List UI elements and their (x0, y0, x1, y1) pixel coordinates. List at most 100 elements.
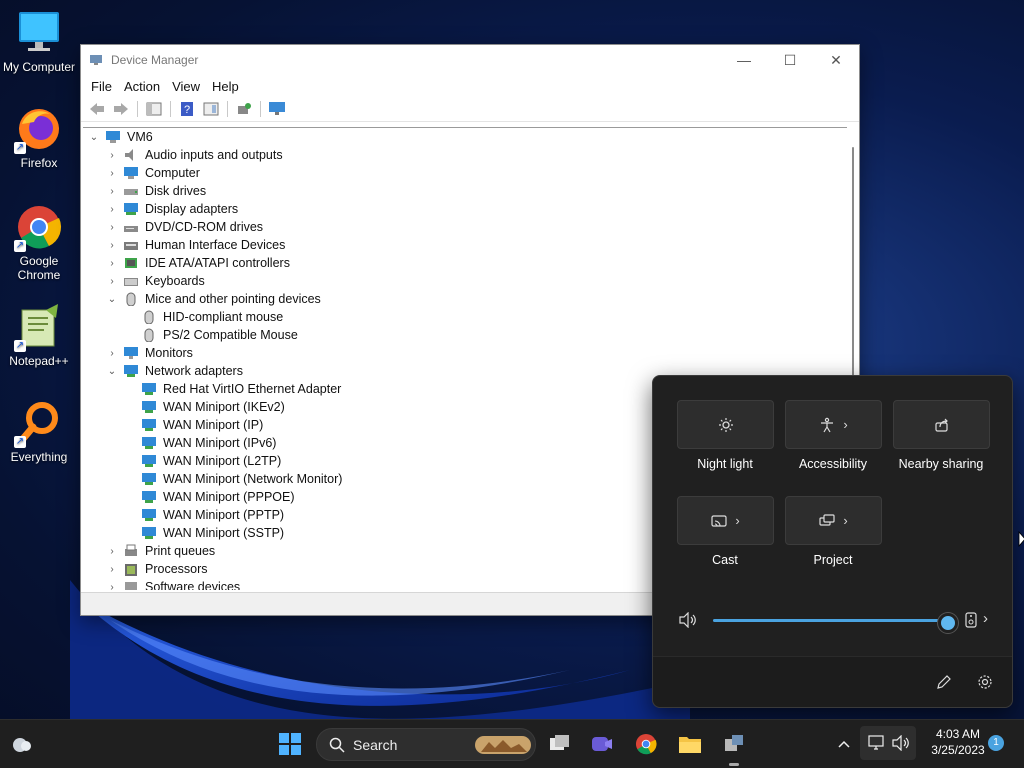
chevron-down-icon[interactable]: ⌄ (105, 366, 119, 377)
back-arrow-icon[interactable] (88, 101, 106, 117)
menu-action[interactable]: Action (118, 79, 166, 94)
teams-chat-icon[interactable] (590, 732, 614, 756)
tree-root[interactable]: ⌄ VM6 (83, 128, 847, 146)
project-icon (819, 513, 835, 526)
mice-and-other-pointing-devices-icon (126, 292, 136, 306)
desktop-icon-google-chrome[interactable]: ↗ Google Chrome (1, 204, 77, 282)
tree-device-item[interactable]: PS/2 Compatible Mouse (83, 326, 847, 344)
tree-category-human-interface-devices[interactable]: › Human Interface Devices (83, 236, 847, 254)
chevron-right-icon[interactable]: › (105, 564, 119, 575)
desktop-icon-label: Everything (10, 450, 68, 464)
clock[interactable]: 4:03 AM 3/25/2023 (922, 726, 994, 758)
tree-category-label: IDE ATA/ATAPI controllers (145, 256, 290, 270)
mice-and-other-pointing-devices-device-icon (144, 328, 154, 342)
clock-time: 4:03 AM (935, 727, 981, 741)
tree-category-computer[interactable]: › Computer (83, 164, 847, 182)
tree-category-monitors[interactable]: › Monitors (83, 344, 847, 362)
tree-device-label: WAN Miniport (PPTP) (163, 508, 285, 522)
minimize-button[interactable]: — (721, 45, 767, 75)
chevron-right-icon: › (843, 513, 848, 528)
tree-category-audio-inputs-and-outputs[interactable]: › Audio inputs and outputs (83, 146, 847, 164)
chevron-right-icon[interactable]: › (105, 150, 119, 161)
tree-category-display-adapters[interactable]: › Display adapters (83, 200, 847, 218)
settings-gear-icon[interactable] (977, 674, 993, 690)
tree-device-item[interactable]: HID-compliant mouse (83, 308, 847, 326)
file-explorer-icon[interactable] (678, 732, 702, 756)
close-icon: ✕ (830, 51, 842, 68)
menu-view[interactable]: View (166, 79, 206, 94)
chevron-right-icon: › (843, 417, 848, 432)
tree-category-label: Software devices (145, 580, 241, 590)
tree-category-keyboards[interactable]: › Keyboards (83, 272, 847, 290)
chevron-up-icon[interactable] (832, 732, 856, 756)
chevron-right-icon[interactable]: › (105, 168, 119, 179)
network-adapters-icon (124, 365, 138, 377)
mice-and-other-pointing-devices-device-icon (144, 310, 154, 324)
audio-output-device-icon[interactable] (965, 612, 977, 628)
tree-category-dvd-cd-rom-drives[interactable]: › DVD/CD-ROM drives (83, 218, 847, 236)
help-icon[interactable]: ? (178, 101, 196, 117)
quick-settings-footer (653, 656, 1012, 707)
chevron-right-icon[interactable]: › (105, 582, 119, 591)
quick-settings-panel: Night light › Accessibility Nearby shari… (652, 375, 1013, 708)
desktop-icon-label: My Computer (2, 60, 76, 74)
device-manager-taskbar-icon[interactable] (722, 732, 746, 756)
notification-badge[interactable]: 1 (988, 735, 1004, 751)
tree-device-label: WAN Miniport (L2TP) (163, 454, 282, 468)
forward-arrow-icon[interactable] (112, 101, 130, 117)
desktop-icon-everything[interactable]: ↗ Everything (1, 400, 77, 464)
tree-category-label: Keyboards (145, 274, 205, 288)
edit-pencil-icon[interactable] (936, 674, 952, 690)
task-view-icon[interactable] (548, 732, 572, 756)
chevron-down-icon[interactable]: ⌄ (87, 132, 101, 143)
volume-row: › (679, 610, 989, 633)
tree-category-label: Display adapters (145, 202, 239, 216)
accessibility-tile[interactable]: › (785, 400, 882, 449)
weather-widget-icon[interactable] (10, 732, 34, 756)
night-light-tile[interactable] (677, 400, 774, 449)
nearby-sharing-tile[interactable] (893, 400, 990, 449)
maximize-icon: ☐ (783, 51, 797, 68)
scan-hardware-icon[interactable] (235, 101, 253, 117)
properties-pane-icon[interactable] (145, 101, 163, 117)
start-windows-icon[interactable] (278, 732, 302, 756)
desktop-icon-firefox[interactable]: ↗ Firefox (1, 106, 77, 170)
chevron-right-icon[interactable]: › (105, 222, 119, 233)
volume-slider-track[interactable] (713, 619, 945, 622)
title-bar[interactable]: Device Manager — ☐ ✕ (81, 45, 859, 75)
chrome-taskbar-icon[interactable] (634, 732, 658, 756)
desktop-icon-my-computer[interactable]: My Computer (1, 10, 77, 74)
maximize-button[interactable]: ☐ (767, 45, 813, 75)
display-monitor-icon[interactable] (268, 101, 286, 117)
chevron-right-icon[interactable]: › (105, 546, 119, 557)
monitor-icon (16, 10, 62, 56)
project-tile[interactable]: › (785, 496, 882, 545)
audio-inputs-and-outputs-icon (125, 149, 133, 161)
tree-category-mice-and-other-pointing-devices[interactable]: ⌄ Mice and other pointing devices (83, 290, 847, 308)
menu-bar: File Action View Help (81, 75, 859, 97)
chevron-right-icon[interactable]: › (105, 240, 119, 251)
tree-category-disk-drives[interactable]: › Disk drives (83, 182, 847, 200)
accessibility-icon (821, 417, 834, 432)
tree-root-label: VM6 (127, 130, 153, 144)
close-button[interactable]: ✕ (813, 45, 859, 75)
chevron-right-icon[interactable]: › (105, 276, 119, 287)
tree-category-label: Print queues (145, 544, 216, 558)
volume-slider-thumb[interactable] (938, 613, 958, 633)
menu-help[interactable]: Help (206, 79, 245, 94)
chevron-right-icon[interactable]: › (105, 186, 119, 197)
desktop-icon-notepadpp[interactable]: ↗ Notepad++ (1, 304, 77, 368)
menu-file[interactable]: File (85, 79, 118, 94)
tree-category-label: Monitors (145, 346, 193, 360)
tree-category-ide-ata-atapi-controllers[interactable]: › IDE ATA/ATAPI controllers (83, 254, 847, 272)
chevron-right-icon[interactable]: › (983, 610, 988, 627)
speaker-icon[interactable] (679, 612, 697, 628)
chevron-right-icon[interactable]: › (105, 258, 119, 269)
chevron-right-icon[interactable]: › (105, 348, 119, 359)
show-hide-console-icon[interactable] (202, 101, 220, 117)
chevron-down-icon[interactable]: ⌄ (105, 294, 119, 305)
taskbar-search-box[interactable]: Search (316, 728, 536, 761)
chevron-right-icon[interactable]: › (105, 204, 119, 215)
cast-tile[interactable]: › (677, 496, 774, 545)
system-tray-quick-settings-button[interactable] (860, 726, 916, 760)
